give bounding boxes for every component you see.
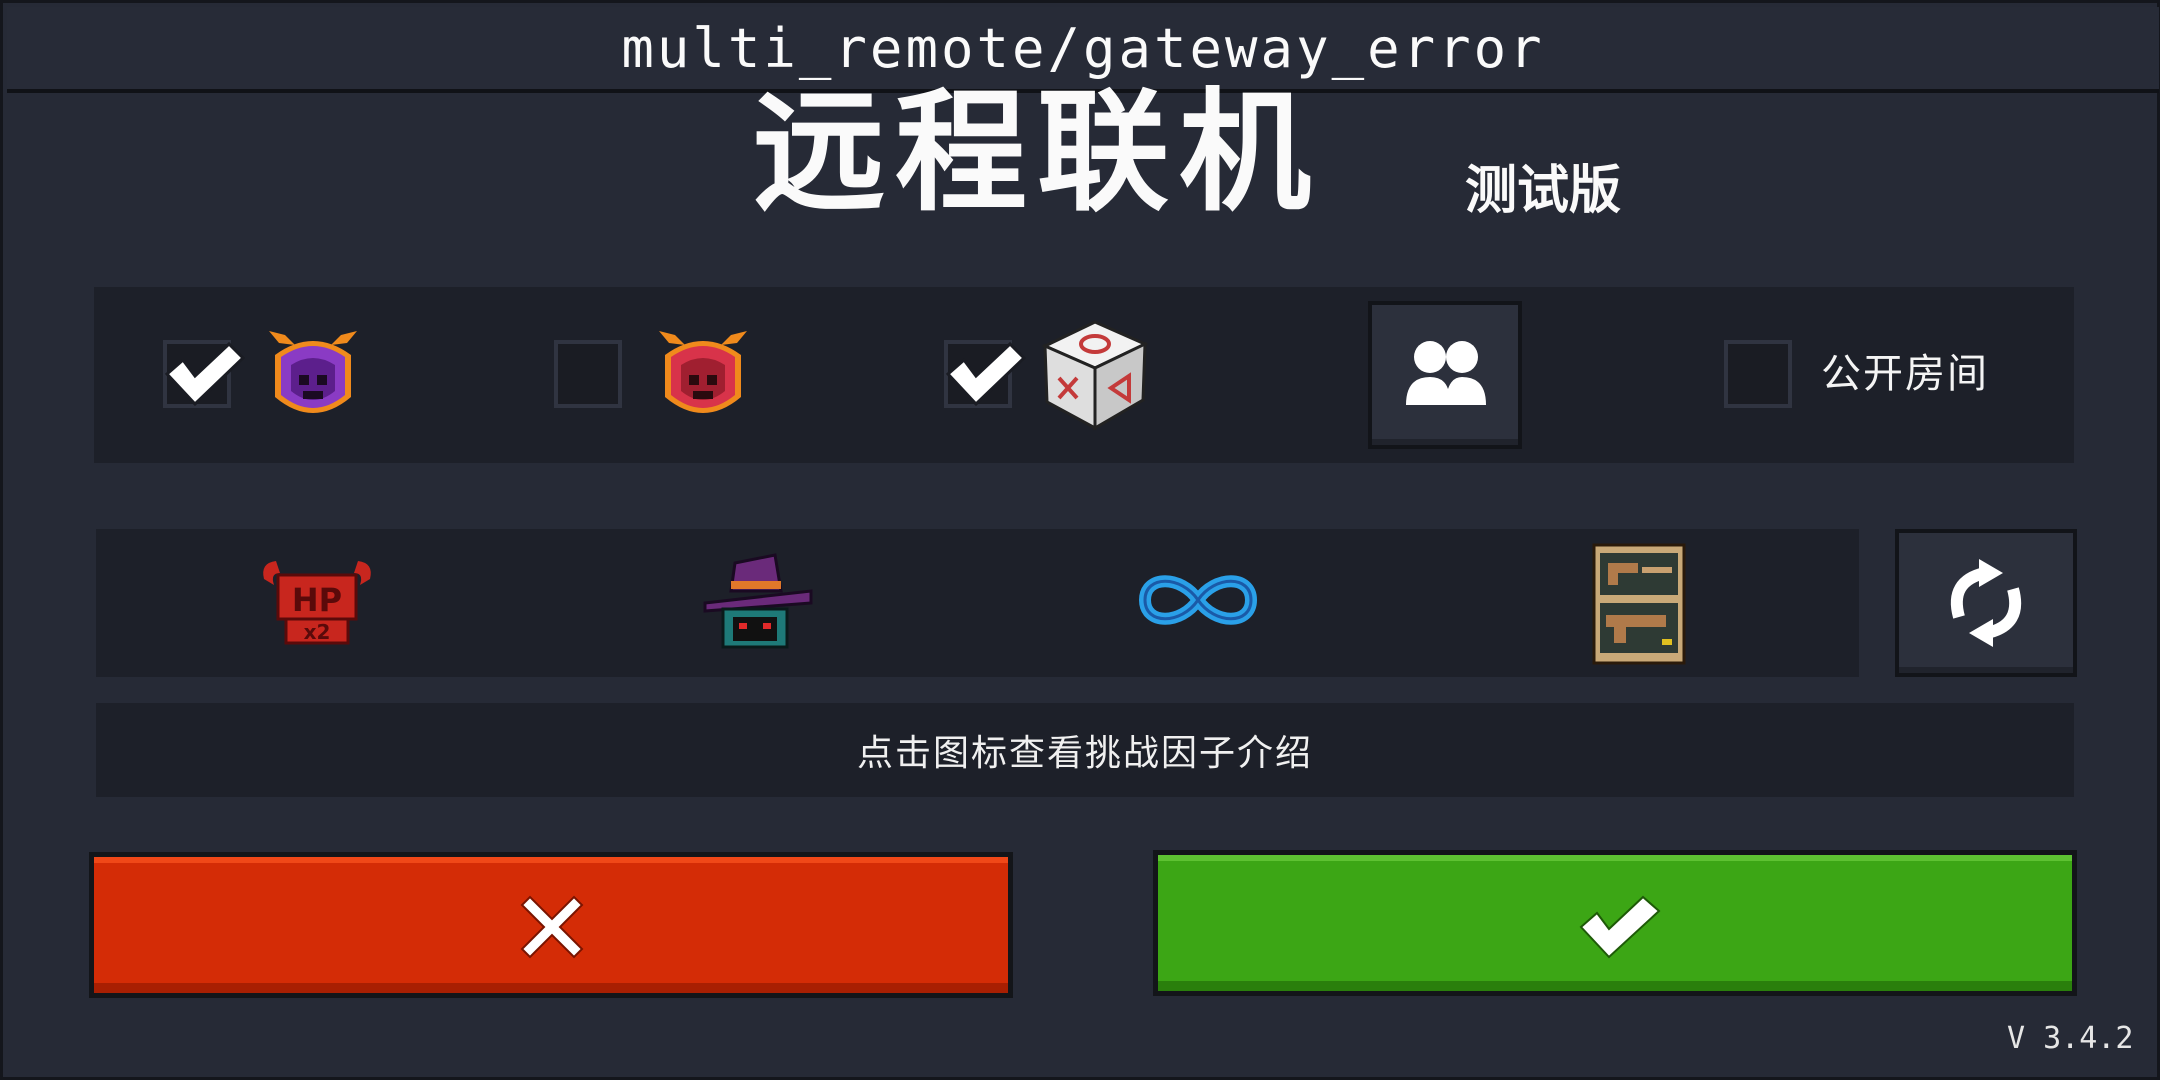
hint-panel: 点击图标查看挑战因子介绍 xyxy=(96,703,2074,797)
purple-demon-mask-icon[interactable] xyxy=(265,325,361,429)
dice-icon[interactable] xyxy=(1035,316,1155,440)
friends-button[interactable] xyxy=(1368,301,1522,449)
hint-text: 点击图标查看挑战因子介绍 xyxy=(856,733,1313,774)
version-label: V 3.4.2 xyxy=(2007,1021,2134,1056)
infinity-icon[interactable] xyxy=(1137,569,1259,635)
beta-label: 测试版 xyxy=(1465,161,1622,221)
option-checkbox-1[interactable] xyxy=(163,340,245,408)
red-demon-mask-icon[interactable] xyxy=(655,325,751,429)
refresh-arrows-icon xyxy=(1950,559,2022,647)
check-icon xyxy=(164,341,245,407)
public-room-label: 公开房间 xyxy=(1821,351,1989,397)
svg-text:HP: HP xyxy=(292,581,342,619)
two-people-icon xyxy=(1406,341,1486,405)
svg-text:x2: x2 xyxy=(304,620,331,644)
refresh-factors-button[interactable] xyxy=(1895,529,2077,677)
check-icon xyxy=(945,341,1026,407)
option-checkbox-2[interactable] xyxy=(554,340,622,408)
public-room-checkbox[interactable] xyxy=(1724,340,1792,408)
weapon-rack-icon[interactable] xyxy=(1592,543,1686,669)
confirm-button[interactable] xyxy=(1153,850,2077,996)
page-title: 远程联机 xyxy=(753,76,1321,230)
wizard-hat-icon[interactable] xyxy=(703,551,813,655)
game-dialog: multi_remote/gateway_error 远程联机 测试版 公开房间… xyxy=(0,0,2160,1080)
x-icon xyxy=(520,895,584,959)
hp-x2-horned-icon[interactable]: HP x2 xyxy=(256,559,378,649)
cancel-button[interactable] xyxy=(89,852,1013,998)
option-checkbox-3[interactable] xyxy=(944,340,1026,408)
check-icon xyxy=(1579,895,1661,959)
header-path: multi_remote/gateway_error xyxy=(621,16,1545,80)
